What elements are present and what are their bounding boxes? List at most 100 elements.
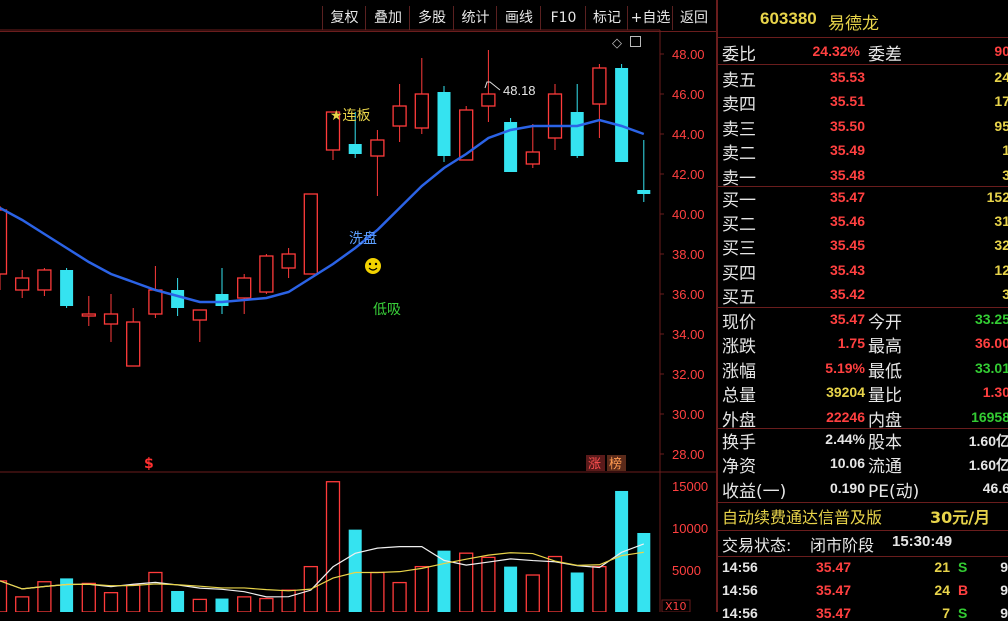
volume-bar: [392, 581, 407, 612]
volume-unit-label: X10: [665, 600, 687, 612]
ask-price: 35.49: [829, 142, 865, 159]
tick-time: 14:56: [722, 582, 758, 598]
ask-price: 35.51: [829, 93, 865, 110]
candle-body: [370, 139, 385, 157]
price-tick-label: 28.00: [672, 447, 705, 462]
volume-bar: [637, 532, 651, 612]
fund-label: 股本: [868, 433, 902, 453]
candle-body: [237, 277, 252, 299]
fund-value: 2.44%: [825, 431, 865, 447]
candle-body: [126, 321, 141, 367]
fund-label: 换手: [722, 433, 756, 453]
stat-label: 总量: [722, 386, 756, 407]
volume-bar: [259, 597, 274, 612]
stat-label: 量比: [868, 386, 902, 407]
high-marker-line: [484, 81, 501, 91]
stat-value: 33.01: [974, 359, 1008, 376]
trade-status-value: 闭市阶段: [810, 536, 875, 555]
divider: [718, 37, 1008, 38]
volume-bar: [547, 555, 563, 612]
bid-volume: 152: [986, 189, 1008, 205]
candle-body: [215, 294, 229, 306]
fund-label: 净资: [722, 457, 756, 478]
candle-body: [570, 112, 584, 156]
candle-body: [392, 105, 407, 127]
ask-label: 卖五: [722, 71, 756, 91]
price-tick-label: 40.00: [672, 207, 705, 222]
stat-label: 今开: [868, 313, 902, 333]
volume-bar: [570, 572, 584, 612]
tick-price: 35.47: [816, 582, 852, 598]
candle-body: [103, 313, 119, 325]
tick-time: 14:56: [722, 559, 758, 575]
tick-price: 35.47: [816, 559, 852, 575]
divider: [718, 64, 1008, 65]
candle-body: [547, 93, 563, 139]
trade-status-label: 交易状态:: [722, 536, 792, 555]
stat-value: 5.19%: [825, 359, 865, 376]
divider: [718, 556, 1008, 557]
tick-count: 9: [1000, 559, 1008, 575]
promo-text[interactable]: 自动续费通达信普及版: [722, 504, 882, 528]
divider: [718, 186, 1008, 187]
stat-label: 内盘: [868, 410, 902, 431]
tick-time: 14:56: [722, 605, 758, 621]
candle-body: [60, 270, 74, 306]
volume-bar: [192, 598, 207, 612]
moving-average-line: [0, 118, 645, 304]
kline-chart-svg[interactable]: 48.00 46.00 44.00 42.00 40.00 38.00 36.00 34.00…: [0, 0, 716, 612]
tick-volume: 7: [942, 605, 950, 621]
volume-bar: [103, 592, 119, 612]
window-toggle-icon[interactable]: [630, 36, 641, 47]
stat-value: 22246: [826, 408, 865, 425]
price-tick-label: 46.00: [672, 87, 705, 102]
bid-price: 35.47: [829, 189, 865, 205]
fund-value: 1.60亿: [968, 457, 1008, 474]
bid-label: 买五: [722, 287, 756, 308]
stat-value: 39204: [826, 384, 865, 401]
volume-bar: [481, 556, 496, 612]
volume-bar: [592, 565, 607, 612]
candle-body: [0, 209, 8, 275]
fund-value: 46.6: [982, 479, 1008, 496]
bid-price: 35.43: [829, 261, 865, 278]
volume-bar: [15, 596, 30, 612]
tick-side: S: [958, 559, 968, 575]
stat-value: 33.25: [974, 311, 1008, 327]
stat-value: 1.75: [837, 335, 865, 352]
fund-label: 收益(一): [722, 481, 787, 502]
smiley-eye-icon: [368, 262, 372, 266]
candle-body: [615, 68, 629, 162]
tick-volume: 21: [934, 559, 950, 575]
divider: [718, 428, 1008, 429]
volume-bar: [148, 571, 163, 612]
volume-ma5-line: [0, 543, 645, 598]
stat-label: 外盘: [722, 410, 756, 431]
price-tick-label: 30.00: [672, 407, 705, 422]
bid-label: 买四: [722, 263, 756, 284]
candle-body: [15, 277, 30, 291]
candle-body: [637, 190, 651, 194]
ask-label: 卖四: [722, 95, 756, 116]
high-price-label: 48.18: [503, 83, 536, 98]
ask-label: 卖一: [722, 168, 756, 189]
tick-side: S: [958, 605, 968, 621]
kline-chart-panel[interactable]: 复权 叠加 多股 统计 画线 F10 标记 +自选 返回 48.00 46.00 44.00 42.0…: [0, 0, 716, 612]
ask-label: 卖三: [722, 119, 756, 140]
bid-price: 35.46: [829, 213, 865, 230]
ask-price: 35.48: [829, 166, 865, 183]
promo-price[interactable]: 30元/月: [930, 504, 990, 528]
volume-bar: [60, 578, 74, 612]
quote-label: 委差: [868, 45, 902, 65]
volume-bar: [370, 571, 385, 612]
candle-body: [281, 253, 296, 269]
diamond-icon[interactable]: ◇: [612, 36, 622, 51]
smiley-eye-icon: [374, 262, 378, 266]
bid-price: 35.45: [829, 237, 865, 254]
volume-bar: [325, 481, 341, 612]
volume-bar: [615, 490, 629, 612]
tick-volume: 24: [934, 582, 950, 598]
ask-volume: 1: [1002, 142, 1008, 159]
smiley-icon: [365, 258, 381, 274]
price-tick-label: 44.00: [672, 127, 705, 142]
